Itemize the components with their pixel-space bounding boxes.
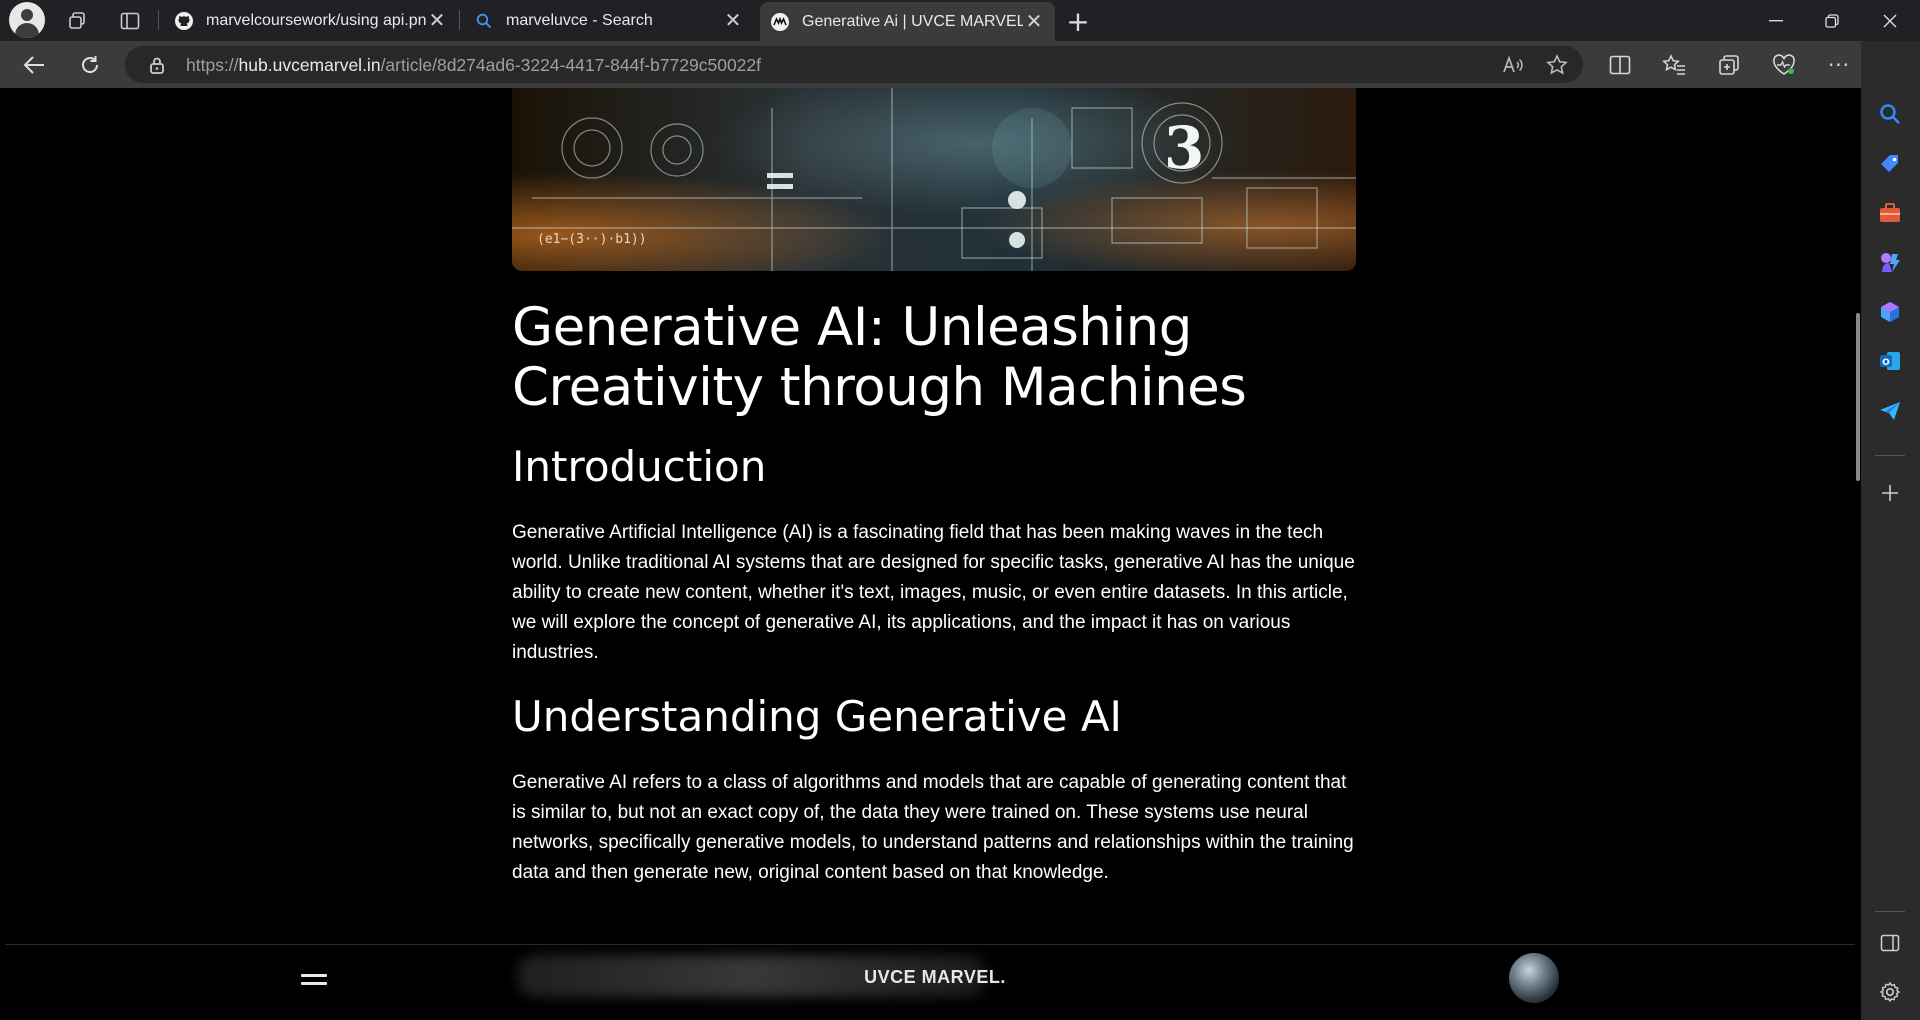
outlook-icon[interactable]: O xyxy=(1875,346,1905,376)
restore-icon[interactable] xyxy=(1804,0,1860,41)
settings-gear-icon[interactable] xyxy=(1875,977,1905,1007)
hamburger-menu-icon[interactable] xyxy=(301,969,327,989)
refresh-icon[interactable] xyxy=(72,47,108,83)
address-bar[interactable]: https://hub.uvcemarvel.in/article/8d274a… xyxy=(125,46,1583,83)
sidebar-search-icon[interactable] xyxy=(1875,99,1905,129)
site-bottom-navbar: UVCE MARVEL. xyxy=(5,944,1860,1015)
favorites-icon[interactable] xyxy=(1658,49,1690,81)
section-paragraph: Generative Artificial Intelligence (AI) … xyxy=(512,522,1355,663)
tools-briefcase-icon[interactable] xyxy=(1875,198,1905,228)
send-icon[interactable] xyxy=(1875,396,1905,426)
url-host: hub.uvcemarvel.in xyxy=(238,55,381,75)
read-aloud-icon[interactable] xyxy=(1501,53,1525,77)
close-window-icon[interactable] xyxy=(1862,0,1918,41)
section-paragraph: Generative AI refers to a class of algor… xyxy=(512,772,1354,883)
hero-numeral: 3 xyxy=(1164,114,1204,182)
tab-github[interactable]: marvelcoursework/using api.png ✕ xyxy=(164,2,458,39)
article-hero-image: 3 (e1−(3··)·b1)) xyxy=(512,88,1356,271)
close-tab-icon[interactable]: ✕ xyxy=(1023,9,1045,34)
new-tab-button[interactable]: + xyxy=(1061,4,1095,38)
tab-title: marveluvce - Search xyxy=(506,11,653,29)
search-icon xyxy=(474,11,494,31)
more-options-icon[interactable]: ··· xyxy=(1823,49,1855,81)
games-icon[interactable] xyxy=(1875,247,1905,277)
minimize-icon[interactable] xyxy=(1748,0,1804,41)
microsoft-365-icon[interactable] xyxy=(1875,297,1905,327)
url-text[interactable]: https://hub.uvcemarvel.in/article/8d274a… xyxy=(186,55,761,76)
tab-title: Generative Ai | UVCE MARVEL xyxy=(802,12,1023,30)
url-scheme: https:// xyxy=(186,55,239,75)
favorite-star-icon[interactable] xyxy=(1545,53,1569,77)
profile-avatar-icon[interactable] xyxy=(9,2,45,38)
hero-formula: (e1−(3··)·b1)) xyxy=(537,232,647,247)
collections-icon[interactable] xyxy=(1713,49,1745,81)
browser-toolbar: https://hub.uvcemarvel.in/article/8d274a… xyxy=(0,41,1920,88)
user-avatar[interactable] xyxy=(1509,953,1559,1003)
tab-title: marvelcoursework/using api.png xyxy=(206,11,426,29)
url-path: /article/8d274ad6-3224-4417-844f-b7729c5… xyxy=(380,55,761,75)
github-icon xyxy=(174,11,194,31)
back-arrow-icon[interactable] xyxy=(16,47,52,83)
uvce-marvel-icon xyxy=(770,12,790,32)
browser-essentials-icon[interactable] xyxy=(1768,49,1800,81)
section-heading-understanding: Understanding Generative AI xyxy=(512,692,1122,741)
add-sidebar-app-icon[interactable] xyxy=(1875,478,1905,508)
close-tab-icon[interactable]: ✕ xyxy=(426,8,448,33)
edge-sidebar: O xyxy=(1861,41,1920,1020)
article-title: Generative AI: Unleashing Creativity thr… xyxy=(512,297,1247,418)
shopping-tag-icon[interactable] xyxy=(1875,149,1905,179)
section-heading-introduction: Introduction xyxy=(512,442,767,491)
svg-text:O: O xyxy=(1882,358,1890,368)
split-screen-icon[interactable] xyxy=(1604,49,1636,81)
lock-icon[interactable] xyxy=(145,53,169,77)
workspaces-icon[interactable] xyxy=(60,4,94,38)
browser-tab-strip: marvelcoursework/using api.png ✕ marvelu… xyxy=(0,0,1920,41)
vertical-tabs-icon[interactable] xyxy=(113,4,147,38)
site-brand[interactable]: UVCE MARVEL. xyxy=(860,967,1010,988)
hide-sidebar-icon[interactable] xyxy=(1875,928,1905,958)
page-viewport: 3 (e1−(3··)·b1)) Generative AI: Unleashi… xyxy=(5,88,1860,1015)
tab-generative-ai[interactable]: Generative Ai | UVCE MARVEL ✕ xyxy=(760,2,1055,41)
close-tab-icon[interactable]: ✕ xyxy=(722,8,744,33)
tab-search[interactable]: marveluvce - Search ✕ xyxy=(464,2,754,39)
scrollbar-thumb[interactable] xyxy=(1856,313,1860,481)
